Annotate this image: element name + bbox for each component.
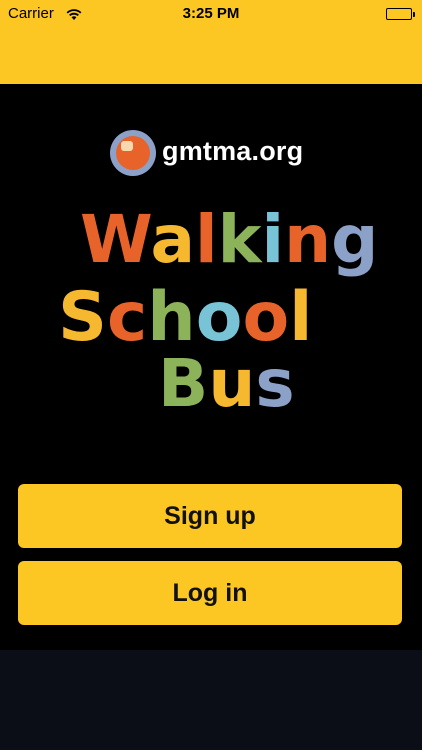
status-row: Carrier 3:25 PM <box>0 4 422 24</box>
main-panel: gmtma.org Walking School Bus Sign up Log… <box>0 84 422 650</box>
logo-emblem-icon <box>110 130 156 176</box>
sign-up-button[interactable]: Sign up <box>18 484 402 548</box>
title-walking: Walking <box>80 201 378 278</box>
logo-text: gmtma.org <box>162 136 304 166</box>
battery-icon <box>386 8 415 20</box>
log-in-button[interactable]: Log in <box>18 561 402 625</box>
title-bus: Bus <box>158 345 295 422</box>
gmtma-logo: gmtma.org <box>110 130 330 178</box>
status-bar: Carrier 3:25 PM <box>0 0 422 84</box>
clock-time: 3:25 PM <box>182 5 240 22</box>
bottom-strip <box>0 650 422 750</box>
walking-school-bus-title: Walking School Bus <box>58 201 378 422</box>
